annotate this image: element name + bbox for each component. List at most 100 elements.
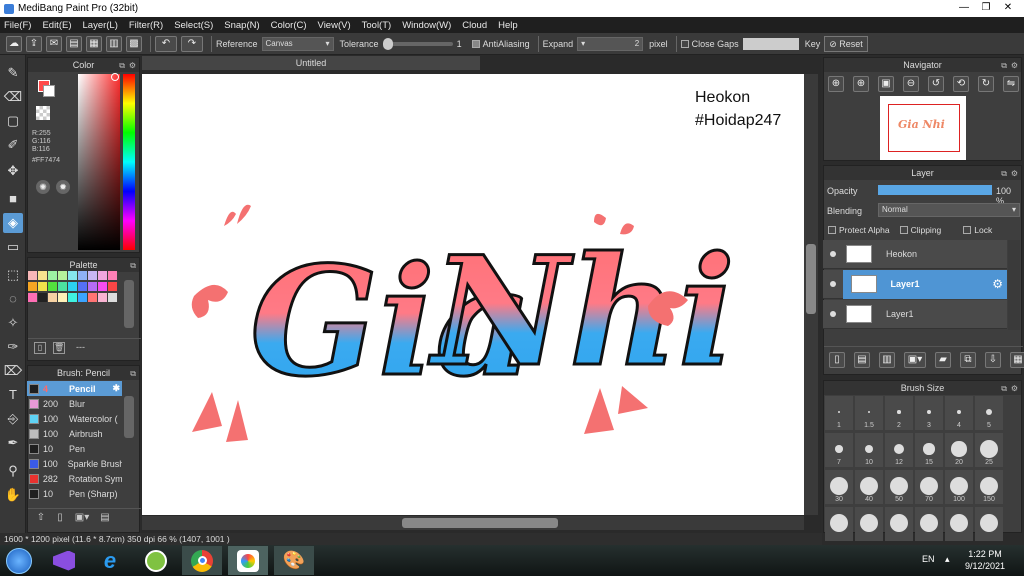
drawing-canvas[interactable]: Heokon #Hoidap247 Gia Nhi xyxy=(142,74,804,515)
popout-icon[interactable]: ⧉ xyxy=(1001,382,1007,396)
brush-size-cell[interactable]: 3 xyxy=(915,396,943,430)
menu-icon[interactable]: ⚙ xyxy=(129,59,136,73)
chrome-icon[interactable] xyxy=(182,546,222,575)
brush-item[interactable]: 100 Watercolor ( xyxy=(27,411,122,426)
paint-icon[interactable]: 🎨 xyxy=(274,546,314,575)
brush-item[interactable]: 10 Pen (Sharp) xyxy=(27,486,122,501)
opacity-slider[interactable] xyxy=(878,185,992,195)
blending-select[interactable]: Normal ▾ xyxy=(878,203,1020,217)
bucket-tool-icon[interactable]: ◈ xyxy=(3,213,23,233)
palette-swatch[interactable] xyxy=(68,282,77,291)
brush-tool-icon[interactable]: ✎ xyxy=(3,63,23,83)
language-indicator[interactable]: EN xyxy=(922,554,935,564)
menu-edit[interactable]: Edit(E) xyxy=(42,20,71,31)
vertical-scrollbar[interactable] xyxy=(804,74,818,515)
hue-slider[interactable] xyxy=(123,74,135,250)
select-eraser-icon[interactable]: ⌦ xyxy=(3,361,23,381)
brush-item[interactable]: 200 Blur xyxy=(27,396,122,411)
rotate-reset-icon[interactable]: ⟲ xyxy=(953,76,969,92)
brush-size-cell[interactable]: 4 xyxy=(945,396,973,430)
zoom-in-icon[interactable]: ⊕ xyxy=(853,76,869,92)
select-pen-icon[interactable]: ✑ xyxy=(3,337,23,357)
eraser-tool-icon[interactable]: ⌫ xyxy=(3,87,23,107)
saturation-value-picker[interactable] xyxy=(78,73,120,250)
menu-icon[interactable]: ⚙ xyxy=(1011,382,1018,396)
cloud-icon[interactable]: ☁ xyxy=(6,35,22,52)
maximize-button[interactable]: ❐ xyxy=(976,1,996,15)
antialias-checkbox[interactable] xyxy=(471,39,480,48)
picker-handle[interactable] xyxy=(111,73,119,81)
palette-swatch[interactable] xyxy=(108,271,117,280)
horizontal-scrollbar[interactable] xyxy=(142,516,804,530)
clock[interactable]: 1:22 PM 9/12/2021 xyxy=(960,548,1010,572)
brush-item[interactable]: 100 Airbrush xyxy=(27,426,122,441)
trash-icon[interactable]: 🗑 xyxy=(53,342,65,354)
grid-icon[interactable]: ▩ xyxy=(126,35,142,52)
new-halftone-layer-icon[interactable]: ▤ xyxy=(854,352,870,368)
gear-icon[interactable]: ⚙ xyxy=(992,277,1003,291)
menu-layer[interactable]: Layer(L) xyxy=(83,20,118,31)
layer-scrollbar[interactable] xyxy=(1008,240,1020,330)
tolerance-slider[interactable] xyxy=(382,37,453,50)
brush-size-cell[interactable]: 30 xyxy=(825,470,853,504)
brush-size-cell[interactable]: 2 xyxy=(885,396,913,430)
hand-tool-icon[interactable]: ✋ xyxy=(3,485,23,505)
merge-down-icon[interactable]: ⇩ xyxy=(985,352,1001,368)
brush-size-cell[interactable]: 5 xyxy=(975,396,1003,430)
visibility-icon[interactable] xyxy=(830,281,836,287)
brush-item[interactable]: 4 Pencil ✱ xyxy=(27,381,122,396)
layer-row[interactable]: Layer1 xyxy=(823,300,1007,329)
layer-settings-icon[interactable]: ▦ xyxy=(1010,352,1024,368)
visibility-icon[interactable] xyxy=(830,251,836,257)
flip-icon[interactable]: ⇋ xyxy=(1003,76,1019,92)
palette-swatch[interactable] xyxy=(88,282,97,291)
slider-knob[interactable] xyxy=(382,37,393,50)
palette-swatch[interactable] xyxy=(28,282,37,291)
pen-tool-icon[interactable]: ✐ xyxy=(3,135,23,155)
rotate-left-icon[interactable]: ↺ xyxy=(928,76,944,92)
add-brush-icon[interactable]: ⇧ xyxy=(34,512,48,526)
lock-checkbox[interactable] xyxy=(963,226,972,234)
background-color-swatch[interactable] xyxy=(43,85,55,97)
share-icon[interactable]: ⇪ xyxy=(26,35,42,52)
palette-swatch[interactable] xyxy=(38,282,47,291)
dropper-tool-icon[interactable]: ⚲ xyxy=(3,461,23,481)
minimize-button[interactable]: — xyxy=(954,1,974,15)
horizontal-scroll-thumb[interactable] xyxy=(402,518,558,528)
menu-filter[interactable]: Filter(R) xyxy=(129,20,163,31)
palette-scrollbar[interactable] xyxy=(124,280,134,328)
palette-swatch[interactable] xyxy=(108,282,117,291)
layer-row-selected[interactable]: Layer1 ⚙ xyxy=(823,269,1007,299)
palette-swatch[interactable] xyxy=(78,282,87,291)
medibang-paint-icon[interactable] xyxy=(228,546,268,575)
brush-size-cell[interactable] xyxy=(885,507,913,541)
zoom-actual-icon[interactable]: ▣ xyxy=(878,76,894,92)
brush-item[interactable]: 10 Pen xyxy=(27,441,122,456)
gear-icon[interactable]: ✱ xyxy=(112,383,120,394)
new-brush-icon[interactable]: ▯ xyxy=(53,512,67,526)
menu-help[interactable]: Help xyxy=(498,20,518,31)
palette-swatch[interactable] xyxy=(58,293,67,302)
palette-swatch[interactable] xyxy=(38,293,47,302)
brush-size-cell[interactable] xyxy=(945,507,973,541)
start-button[interactable] xyxy=(0,546,38,575)
zoom-out-icon[interactable]: ⊖ xyxy=(903,76,919,92)
popout-icon[interactable]: ⧉ xyxy=(119,59,125,73)
clipping-checkbox[interactable] xyxy=(899,226,908,234)
palette-swatch[interactable] xyxy=(68,271,77,280)
palette-swatch[interactable] xyxy=(98,271,107,280)
brush-size-cell[interactable] xyxy=(855,507,883,541)
protect-alpha-checkbox[interactable] xyxy=(828,226,836,234)
palette-swatch[interactable] xyxy=(88,271,97,280)
palette-swatch[interactable] xyxy=(48,271,57,280)
popout-icon[interactable]: ⧉ xyxy=(130,259,136,273)
layer-row[interactable]: Heokon xyxy=(823,240,1007,269)
menu-icon[interactable]: ⚙ xyxy=(1011,59,1018,73)
undo-icon[interactable]: ↶ xyxy=(155,35,177,52)
move-tool-icon[interactable]: ✥ xyxy=(3,161,23,181)
menu-window[interactable]: Window(W) xyxy=(402,20,451,31)
brush-size-cell[interactable]: 50 xyxy=(885,470,913,504)
select-tool-icon[interactable]: ⬚ xyxy=(3,265,23,285)
menu-snap[interactable]: Snap(N) xyxy=(224,20,259,31)
menu-view[interactable]: View(V) xyxy=(318,20,351,31)
